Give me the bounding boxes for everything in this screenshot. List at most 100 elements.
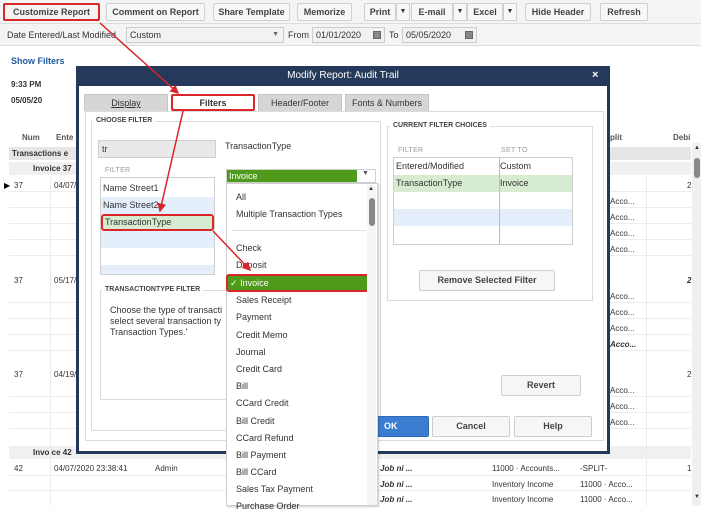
current-filter-value: Custom [500,161,532,171]
filter-search-input[interactable]: tr [98,140,216,158]
current-filter-row-selected[interactable]: TransactionType Invoice [394,175,572,192]
dropdown-item[interactable]: Credit Card [236,364,282,374]
description-title: TRANSACTIONTYPE FILTER [102,286,204,293]
filter-list-empty-row [101,231,214,248]
dropdown-item[interactable]: Credit Memo [236,330,288,340]
close-icon[interactable]: × [592,69,598,81]
filter-list-item-selected[interactable]: TransactionType [101,214,214,231]
tab-filters[interactable]: Filters [171,94,255,111]
cell-split: Acco... [610,324,635,333]
calendar-icon[interactable] [373,31,381,39]
revert-button[interactable]: Revert [501,375,581,396]
dropdown-item[interactable]: Bill CCard [236,467,277,477]
filter-list-item[interactable]: Name Street1 [101,180,214,197]
tab-display[interactable]: Display [84,94,168,111]
cell-name: Job ni ... [380,495,413,504]
column-divider [646,176,647,506]
current-filter-row[interactable]: Entered/Modified Custom [394,158,572,175]
cell-name: Job ni ... [380,464,413,473]
column-divider [499,158,500,244]
filter-list-empty-row [101,265,214,274]
cell-split: Acco... [610,229,635,238]
dropdown-item[interactable]: Check [236,243,262,253]
dropdown-item-selected[interactable]: ✓ Invoice [226,274,370,292]
report-scrollbar-thumb[interactable] [694,158,700,178]
chevron-down-icon[interactable]: ▼ [362,170,369,177]
excel-dropdown-icon[interactable]: ▼ [503,3,517,21]
cancel-button[interactable]: Cancel [432,416,510,437]
show-filters-link[interactable]: Show Filters [11,56,65,66]
cell-split: Acco... [610,245,635,254]
dropdown-scrollbar-thumb[interactable] [369,198,375,226]
hide-header-button[interactable]: Hide Header [525,3,591,21]
tab-filters-label: Filters [199,98,227,108]
cell-num: 42 [14,464,23,473]
print-dropdown-icon[interactable]: ▼ [396,3,410,21]
dropdown-scrollbar[interactable] [367,185,376,505]
cell-split: Acco... [610,213,635,222]
tab-header-footer[interactable]: Header/Footer [258,94,342,111]
email-button[interactable]: E-mail [411,3,453,21]
dropdown-item[interactable]: Purchase Order [236,501,300,511]
group-header-label: Transactions e [12,149,69,158]
excel-button[interactable]: Excel [467,3,503,21]
date-range-select[interactable]: Custom ▼ [126,27,284,43]
cell-entered: 04/07/ [54,181,77,190]
refresh-button[interactable]: Refresh [600,3,648,21]
remove-selected-filter-button[interactable]: Remove Selected Filter [419,270,555,291]
cell-account: Inventory Income [492,480,554,489]
dropdown-item[interactable]: Bill [236,381,248,391]
dropdown-item[interactable]: All [236,192,246,202]
tab-fonts-numbers[interactable]: Fonts & Numbers [345,94,429,111]
email-dropdown-icon[interactable]: ▼ [453,3,467,21]
dropdown-item[interactable]: Sales Receipt [236,295,292,305]
column-header-split[interactable]: plit [610,133,622,142]
cell-account: Inventory Income [492,495,554,504]
dropdown-item[interactable]: Multiple Transaction Types [236,209,342,219]
report-scrollbar[interactable] [692,143,701,506]
ok-button[interactable]: OK [377,416,429,437]
cell-user: Admin [155,464,178,473]
column-header-entered[interactable]: Ente [56,133,73,142]
cell-entered: 04/19/ [54,370,77,379]
column-header-num[interactable]: Num [22,133,40,142]
scroll-up-icon[interactable]: ▲ [368,186,374,192]
transaction-type-value[interactable]: Invoice [227,170,357,182]
scroll-up-icon[interactable]: ▲ [694,145,700,151]
tab-display-label: Display [111,98,141,108]
to-label: To [389,30,399,40]
dropdown-item[interactable]: Sales Tax Payment [236,484,313,494]
cell-split: Acco... [610,197,635,206]
cell-split: Acco... [610,386,635,395]
calendar-icon[interactable] [465,31,473,39]
current-filter-name: Entered/Modified [396,161,465,171]
date-filter-label: Date Entered/Last Modified [7,30,117,40]
filter-list-header: FILTER [105,167,131,174]
column-divider [50,176,51,506]
column-header-debit[interactable]: Debi [673,133,690,142]
report-date: 05/05/20 [11,96,43,105]
cell-debit: 2 [687,276,692,285]
dropdown-item[interactable]: Bill Payment [236,450,286,460]
cell-num: 37 [14,181,23,190]
current-filter-name: TransactionType [396,178,463,188]
customize-report-button[interactable]: Customize Report [3,3,100,21]
filter-list-item[interactable]: Name Street2 [101,197,214,214]
dropdown-item[interactable]: Journal [236,347,266,357]
tab-fonts-numbers-label: Fonts & Numbers [351,98,423,108]
dropdown-item[interactable]: CCard Credit [236,398,289,408]
scroll-down-icon[interactable]: ▼ [694,494,700,500]
dropdown-item[interactable]: Bill Credit [236,416,275,426]
share-template-button[interactable]: Share Template [213,3,290,21]
dropdown-item[interactable]: Deposit [236,260,267,270]
help-button[interactable]: Help [514,416,592,437]
filter-list: Name Street1 Name Street2 TransactionTyp… [100,177,215,275]
comment-on-report-button[interactable]: Comment on Report [106,3,205,21]
filter-description: Choose the type of transacti select seve… [110,305,228,338]
cell-split: Acco... [610,402,635,411]
memorize-button[interactable]: Memorize [297,3,352,21]
dropdown-item[interactable]: CCard Refund [236,433,294,443]
current-row-indicator-icon: ▶ [4,181,11,190]
print-button[interactable]: Print [364,3,396,21]
dropdown-item[interactable]: Payment [236,312,272,322]
